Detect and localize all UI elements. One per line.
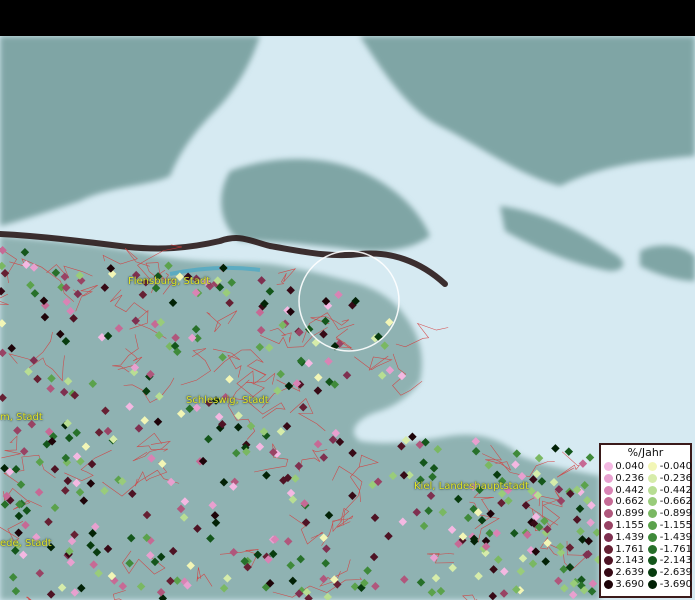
legend-value-positive: 2.639	[615, 567, 644, 579]
legend-value-negative: -0.899	[659, 508, 692, 520]
legend-row: 1.155 -1.155	[604, 519, 692, 532]
legend-value-negative: -1.761	[659, 543, 692, 555]
legend-swatch-positive	[604, 544, 613, 554]
legend-row: 1.761 -1.761	[604, 543, 692, 556]
legend-row: 2.143 -2.143	[604, 555, 692, 567]
legend-value-positive: 0.899	[615, 508, 644, 520]
legend-title: %/Jahr	[627, 446, 664, 459]
legend-swatch-positive	[604, 509, 613, 519]
legend-swatch-positive	[604, 568, 613, 578]
map-canvas[interactable]: Flensburg, Stadt Schleswig, Stadt Kiel, …	[0, 36, 695, 600]
legend-swatch-positive	[604, 532, 613, 542]
legend-swatch-positive	[604, 462, 613, 471]
top-bar	[0, 0, 695, 36]
legend-value-negative: -0.040	[659, 461, 692, 472]
legend-row: 3.690 -3.690	[604, 578, 692, 591]
legend-value-negative: -0.442	[659, 484, 692, 496]
legend-row: 0.899 -0.899	[604, 508, 692, 520]
legend-row: 2.639 -2.639	[604, 567, 692, 579]
legend-value-negative: -0.662	[659, 496, 692, 508]
legend-row: 0.236 -0.236	[604, 472, 692, 485]
city-label-rendsburg: ede, Stadt	[0, 538, 52, 549]
city-label-schleswig: Schleswig, Stadt	[186, 395, 269, 406]
city-label-kiel: Kiel, Landeshauptstadt	[414, 481, 529, 492]
legend-value-positive: 0.662	[615, 496, 644, 508]
legend-row: 0.442 -0.442	[604, 484, 692, 497]
legend-value-negative: -2.639	[659, 567, 692, 579]
legend-value-negative: -1.155	[659, 519, 692, 531]
legend-swatch-positive	[604, 485, 613, 495]
map-viewer: Flensburg, Stadt Schleswig, Stadt Kiel, …	[0, 0, 695, 600]
map-layer	[0, 36, 695, 600]
legend-swatch-positive	[604, 497, 613, 507]
legend-value-negative: -2.143	[659, 555, 692, 567]
legend-value-negative: -1.439	[659, 531, 692, 543]
legend-value-positive: 0.040	[615, 461, 644, 472]
legend-swatch-positive	[604, 473, 613, 483]
legend-row: 0.662 -0.662	[604, 496, 692, 508]
legend-value-positive: 2.143	[615, 555, 644, 567]
legend-value-positive: 3.690	[615, 578, 644, 590]
legend-value-positive: 1.761	[615, 543, 644, 555]
legend: %/Jahr 0.040 -0.040 0.236 -0.236 0.442 -0.442…	[599, 443, 692, 598]
legend-swatch-positive	[604, 520, 613, 530]
legend-value-positive: 1.155	[615, 519, 644, 531]
city-label-husum: m, Stadt	[0, 412, 43, 423]
legend-value-positive: 1.439	[615, 531, 644, 543]
legend-swatch-positive	[604, 556, 613, 566]
legend-value-negative: -3.690	[659, 578, 692, 590]
legend-entries: 0.040 -0.040 0.236 -0.236 0.442 -0.442 0.662 -0…	[604, 461, 692, 591]
legend-value-positive: 0.442	[615, 484, 644, 496]
legend-row: 0.040 -0.040	[604, 461, 692, 473]
city-label-flensburg: Flensburg, Stadt	[128, 276, 211, 287]
legend-swatch-positive	[604, 579, 613, 589]
legend-value-negative: -0.236	[659, 472, 692, 484]
legend-row: 1.439 -1.439	[604, 531, 692, 544]
legend-value-positive: 0.236	[615, 472, 644, 484]
